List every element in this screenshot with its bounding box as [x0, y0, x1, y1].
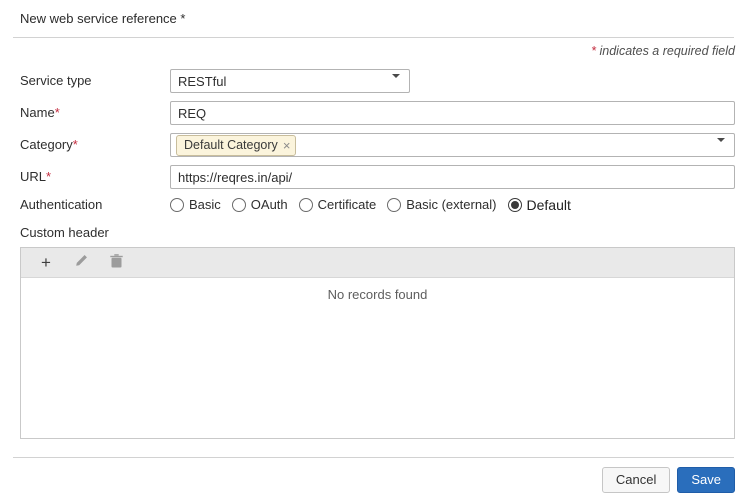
remove-chip-icon[interactable]: × [283, 139, 291, 152]
authentication-label: Authentication [20, 197, 103, 212]
name-field[interactable] [170, 101, 735, 125]
url-label: URL* [20, 169, 52, 184]
category-control: Default Category × [170, 133, 735, 157]
category-required-asterisk: * [72, 137, 78, 152]
category-label: Category* [20, 137, 78, 152]
cancel-button[interactable]: Cancel [601, 467, 671, 493]
add-header-button[interactable]: + [33, 251, 59, 275]
service-type-select[interactable]: RESTful [170, 69, 410, 93]
form-body: Service type RESTful Name* Category* Def… [20, 69, 735, 213]
radio-basic[interactable]: Basic [170, 197, 221, 213]
radio-oauth[interactable]: OAuth [231, 197, 288, 213]
radio-icon[interactable] [231, 198, 246, 212]
plus-icon: + [41, 253, 51, 272]
service-type-label: Service type [20, 73, 92, 88]
radio-icon[interactable] [387, 198, 402, 212]
radio-selected-icon[interactable] [507, 198, 522, 212]
new-web-service-reference-form: New web service reference * * indicates … [0, 0, 747, 500]
name-label: Name* [20, 105, 60, 120]
url-row: URL* [20, 165, 735, 189]
radio-certificate[interactable]: Certificate [298, 197, 376, 213]
category-chip-label: Default Category [184, 138, 278, 152]
radio-default[interactable]: Default [507, 197, 571, 213]
service-type-row: Service type RESTful [20, 69, 735, 93]
pencil-icon [74, 254, 88, 271]
delete-header-button[interactable] [103, 251, 129, 275]
radio-icon[interactable] [298, 198, 313, 212]
header-divider [13, 37, 734, 38]
radio-basic-external[interactable]: Basic (external) [387, 197, 497, 213]
save-button[interactable]: Save [677, 467, 735, 493]
authentication-radio-group: Basic OAuth Certificate Basic (external)… [170, 197, 735, 213]
custom-header-grid-body: No records found [21, 278, 734, 438]
name-row: Name* [20, 101, 735, 125]
empty-records-text: No records found [327, 287, 428, 302]
custom-header-grid: + No records found [20, 247, 735, 439]
trash-icon [109, 254, 123, 271]
service-type-control: RESTful [170, 69, 735, 93]
footer-actions: Cancel Save [20, 467, 735, 493]
custom-header-toolbar: + [21, 248, 734, 278]
page-title: New web service reference * [20, 11, 186, 26]
required-note-text: indicates a required field [596, 44, 735, 58]
chevron-down-icon[interactable] [717, 138, 726, 157]
name-required-asterisk: * [54, 105, 60, 120]
name-control [170, 101, 735, 125]
category-row: Category* Default Category × [20, 133, 735, 157]
required-field-note: * indicates a required field [20, 44, 735, 59]
chevron-down-icon[interactable] [392, 74, 401, 93]
radio-icon[interactable] [170, 198, 184, 212]
category-chip[interactable]: Default Category × [176, 134, 297, 156]
url-field[interactable] [170, 165, 735, 189]
edit-header-button[interactable] [68, 251, 94, 275]
url-required-asterisk: * [46, 169, 52, 184]
authentication-row: Authentication Basic OAuth Certificate B… [20, 197, 735, 213]
url-control [170, 165, 735, 189]
footer-divider [13, 457, 734, 458]
category-multiselect[interactable]: Default Category × [170, 133, 735, 157]
service-type-value: RESTful [178, 73, 227, 89]
custom-header-label: Custom header [20, 225, 109, 240]
